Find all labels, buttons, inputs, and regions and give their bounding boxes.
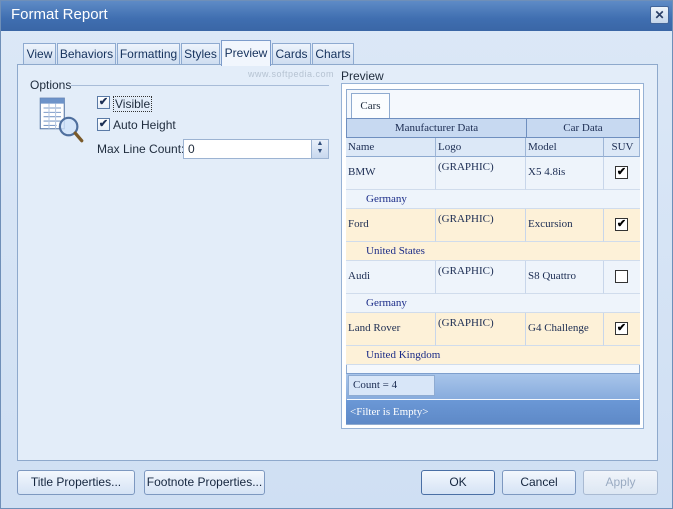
check-icon: ✔ (98, 96, 109, 108)
tab-label: View (26, 47, 53, 61)
cell-country[interactable]: United Kingdom (346, 346, 640, 365)
tab-formatting[interactable]: Formatting (117, 43, 180, 65)
tab-label: Behaviors (59, 47, 114, 61)
format-report-window: Format Report ✕ View Behaviors Formattin… (0, 0, 673, 509)
band-header-row: Manufacturer Data Car Data (346, 118, 640, 138)
count-summary: Count = 4 (348, 375, 435, 396)
band-car-data: Car Data (526, 118, 640, 138)
cars-tab[interactable]: Cars (351, 93, 390, 119)
close-icon: ✕ (654, 8, 665, 22)
cell-logo[interactable]: (GRAPHIC) (436, 209, 526, 242)
tab-behaviors[interactable]: Behaviors (57, 43, 116, 65)
band-manufacturer-data: Manufacturer Data (346, 118, 527, 138)
cell-suv[interactable]: ✔ (604, 209, 640, 242)
tab-preview[interactable]: Preview (221, 40, 271, 66)
cell-logo[interactable]: (GRAPHIC) (436, 157, 526, 190)
suv-checkbox[interactable]: ✔ (615, 166, 628, 179)
suv-checkbox[interactable]: ✔ (615, 322, 628, 335)
suv-checkbox[interactable] (615, 270, 628, 283)
cell-model[interactable]: Excursion (526, 209, 604, 242)
column-header-suv[interactable]: SUV (604, 138, 640, 157)
cell-name[interactable]: BMW (346, 157, 436, 190)
filter-bar[interactable]: <Filter is Empty> (346, 400, 640, 424)
tab-label: Preview (224, 46, 268, 60)
spin-up-icon[interactable]: ▲ (312, 140, 328, 148)
tab-styles[interactable]: Styles (181, 43, 220, 65)
window-title: Format Report (11, 6, 108, 23)
max-line-count-input[interactable]: 0 (183, 139, 329, 159)
cell-logo[interactable]: (GRAPHIC) (436, 261, 526, 294)
auto-height-label[interactable]: Auto Height (113, 118, 176, 132)
cell-model[interactable]: X5 4.8is (526, 157, 604, 190)
apply-button: Apply (583, 470, 658, 495)
options-group-divider (71, 85, 329, 86)
tab-label: Cards (275, 47, 308, 61)
column-header-name[interactable]: Name (346, 138, 436, 157)
max-line-count-label: Max Line Count: (97, 142, 185, 156)
cell-country[interactable]: Germany (346, 294, 640, 313)
check-icon: ✔ (98, 118, 109, 130)
tab-cards[interactable]: Cards (272, 43, 311, 65)
tab-charts[interactable]: Charts (312, 43, 354, 65)
cell-model[interactable]: G4 Challenge (526, 313, 604, 346)
visible-label[interactable]: Visible (113, 96, 153, 112)
options-group-label: Options (30, 78, 72, 92)
cell-country[interactable]: Germany (346, 190, 640, 209)
cell-suv[interactable]: ✔ (604, 313, 640, 346)
footnote-properties-button[interactable]: Footnote Properties... (144, 470, 265, 495)
preview-label: Preview (341, 69, 384, 83)
tab-label: Formatting (119, 47, 178, 61)
tab-label: Charts (315, 47, 351, 61)
cell-country[interactable]: United States (346, 242, 640, 261)
title-bar[interactable]: Format Report ✕ (1, 1, 672, 31)
cancel-button[interactable]: Cancel (502, 470, 576, 495)
ok-button[interactable]: OK (421, 470, 495, 495)
column-header-model[interactable]: Model (526, 138, 604, 157)
cell-logo[interactable]: (GRAPHIC) (436, 313, 526, 346)
close-button[interactable]: ✕ (650, 6, 669, 24)
watermark: www.softpedia.com (248, 69, 335, 79)
cell-suv[interactable] (604, 261, 640, 294)
cell-name[interactable]: Ford (346, 209, 436, 242)
auto-height-checkbox[interactable]: ✔ (97, 118, 110, 131)
tab-label: Styles (184, 47, 217, 61)
tab-view[interactable]: View (23, 43, 56, 65)
cell-name[interactable]: Audi (346, 261, 436, 294)
title-properties-button[interactable]: Title Properties... (17, 470, 135, 495)
spin-down-icon[interactable]: ▼ (312, 148, 328, 156)
cell-name[interactable]: Land Rover (346, 313, 436, 346)
max-line-count-spinner[interactable]: ▲ ▼ (311, 140, 328, 158)
report-magnifier-icon (39, 97, 84, 143)
cell-suv[interactable]: ✔ (604, 157, 640, 190)
cell-model[interactable]: S8 Quattro (526, 261, 604, 294)
suv-checkbox[interactable]: ✔ (615, 218, 628, 231)
cars-tab-label: Cars (360, 100, 381, 112)
visible-checkbox[interactable]: ✔ (97, 96, 110, 109)
column-header-logo[interactable]: Logo (436, 138, 526, 157)
